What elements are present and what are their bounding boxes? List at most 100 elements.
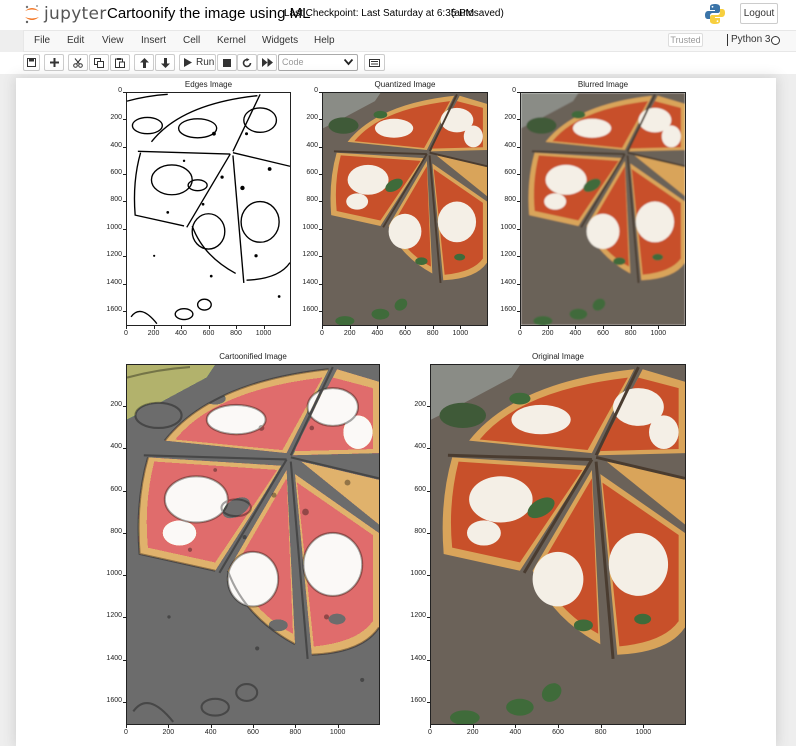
y-tick-label: 1200 (410, 612, 426, 620)
blurred-image-title: Blurred Image (577, 80, 629, 89)
y-tick-label: 1400 (106, 654, 122, 662)
x-tick-label: 400 (509, 729, 522, 736)
x-tick-mark (168, 725, 170, 728)
x-tick-label: 600 (597, 330, 609, 337)
y-tick-mark (319, 92, 322, 93)
y-tick-mark (123, 92, 126, 93)
x-tick-mark (181, 326, 182, 329)
y-tick-label: 800 (110, 527, 122, 535)
plus-icon (49, 58, 59, 67)
python-logo-icon (705, 4, 725, 24)
y-tick-label: 800 (504, 196, 516, 204)
y-tick-mark (517, 310, 520, 312)
chevron-down-icon (344, 58, 353, 66)
y-tick-mark (123, 174, 126, 176)
y-tick-mark (517, 92, 520, 93)
x-tick-mark (322, 326, 323, 329)
restart-run-all-button[interactable] (257, 54, 277, 71)
y-tick-mark (123, 146, 126, 148)
y-tick-label: 800 (414, 527, 426, 535)
menu-view[interactable]: View (102, 35, 124, 46)
menu-kernel[interactable]: Kernel (217, 35, 246, 46)
x-tick-label: 600 (247, 729, 259, 736)
y-tick-label: 1000 (106, 223, 122, 231)
y-tick-label: 400 (414, 443, 426, 451)
x-tick-mark (472, 725, 474, 728)
trusted-indicator[interactable]: Trusted (668, 33, 703, 47)
y-tick-label: 600 (306, 169, 318, 177)
y-tick-label: 0 (512, 87, 516, 94)
cut-button[interactable] (68, 54, 88, 71)
y-tick-label: 800 (306, 196, 318, 204)
jupyter-wordmark: jupyter (44, 4, 107, 24)
y-tick-label: 600 (504, 169, 516, 177)
scissors-icon (73, 57, 83, 68)
command-palette-button[interactable] (364, 54, 385, 71)
menu-file[interactable]: File (34, 35, 50, 46)
logout-button[interactable]: Logout (740, 3, 778, 24)
interrupt-button[interactable] (217, 54, 237, 71)
run-button[interactable]: Run (179, 54, 216, 71)
y-tick-mark (319, 146, 322, 148)
menu-help[interactable]: Help (314, 35, 335, 46)
paste-button[interactable] (110, 54, 130, 71)
x-tick-label: 0 (320, 330, 324, 337)
y-tick-mark (517, 119, 520, 121)
y-tick-mark (319, 201, 322, 203)
cartoonified-image-title: Cartoonified Image (219, 352, 287, 361)
y-tick-mark (319, 256, 322, 258)
y-tick-mark (123, 659, 126, 661)
move-down-button[interactable] (155, 54, 175, 71)
x-tick-mark (558, 725, 559, 728)
x-tick-mark (515, 725, 517, 728)
y-tick-label: 1600 (500, 305, 516, 313)
y-tick-mark (123, 201, 126, 203)
x-tick-mark (432, 326, 434, 329)
move-up-button[interactable] (134, 54, 154, 71)
arrow-down-icon (160, 57, 170, 68)
paste-icon (115, 57, 125, 68)
original-image-picture (431, 365, 685, 724)
copy-button[interactable] (89, 54, 109, 71)
y-tick-mark (517, 256, 520, 258)
quantized-image-picture (323, 93, 487, 325)
restart-button[interactable] (237, 54, 257, 71)
y-tick-mark (123, 448, 126, 450)
x-tick-mark (643, 725, 645, 728)
y-tick-mark (123, 701, 126, 703)
menu-widgets[interactable]: Widgets (262, 35, 298, 46)
restart-icon (242, 57, 252, 67)
y-tick-mark (319, 228, 322, 230)
save-icon (27, 58, 36, 67)
menu-insert[interactable]: Insert (141, 35, 166, 46)
y-tick-label: 200 (414, 401, 426, 409)
x-tick-label: 800 (289, 729, 302, 736)
x-tick-label: 0 (124, 729, 128, 736)
y-tick-mark (427, 617, 430, 619)
menu-cell[interactable]: Cell (183, 35, 200, 46)
insert-cell-button[interactable] (44, 54, 64, 71)
y-tick-mark (319, 174, 322, 176)
quantized-image-axes (322, 92, 488, 326)
y-tick-mark (319, 119, 322, 121)
menu-edit[interactable]: Edit (67, 35, 84, 46)
y-tick-mark (123, 256, 126, 258)
x-tick-label: 600 (399, 330, 411, 337)
save-button[interactable] (23, 54, 40, 71)
y-tick-label: 400 (306, 141, 318, 149)
x-tick-label: 1000 (635, 729, 652, 736)
y-tick-label: 1200 (500, 251, 516, 259)
x-tick-mark (253, 725, 254, 728)
x-tick-mark (575, 326, 577, 329)
x-tick-mark (208, 326, 210, 329)
y-tick-mark (123, 617, 126, 619)
x-tick-label: 400 (204, 729, 217, 736)
notebook-title[interactable]: Cartoonify the image using ML (107, 5, 310, 22)
cell-type-select[interactable]: Code (278, 54, 358, 71)
x-tick-mark (153, 326, 155, 329)
x-tick-label: 1000 (255, 330, 272, 337)
cartoonified-image-axes (126, 364, 380, 725)
x-tick-mark (263, 326, 265, 329)
jupyter-logo[interactable]: jupyter (24, 4, 107, 24)
notebook-header: jupyter Cartoonify the image using ML La… (0, 0, 796, 30)
